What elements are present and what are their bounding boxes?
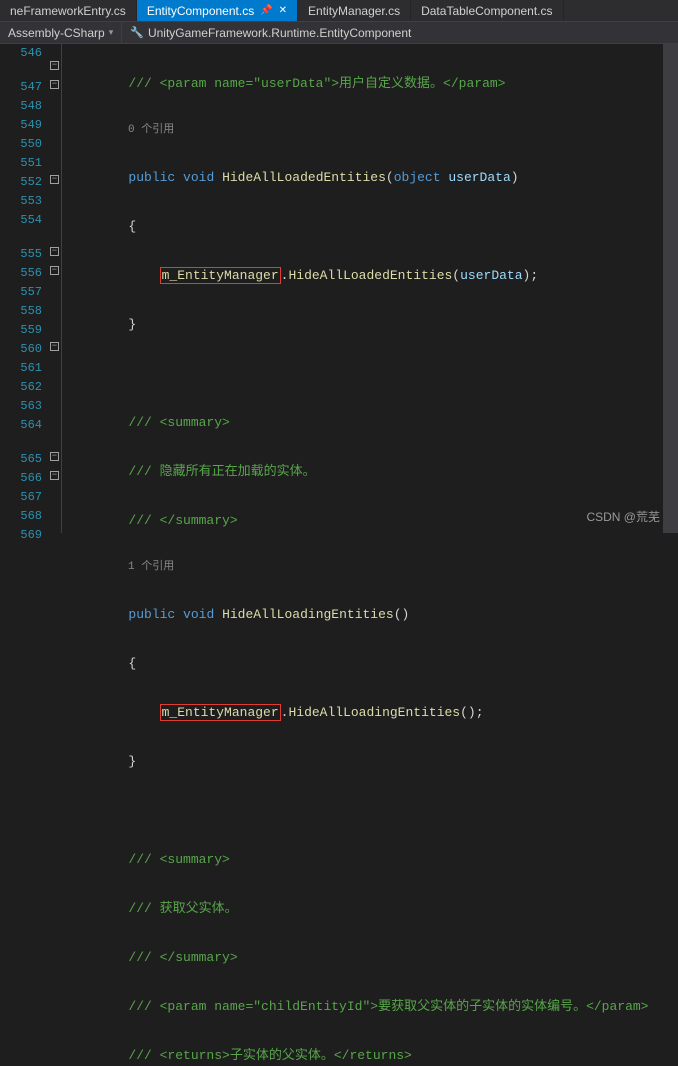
nav-type-label: UnityGameFramework.Runtime.EntityCompone… [148,26,411,40]
fold-toggle[interactable]: − [50,61,59,70]
fold-toggle[interactable]: − [50,80,59,89]
line-number: 562 [0,378,42,397]
line-number: 546 [0,44,42,63]
tab-entitycomponent[interactable]: EntityComponent.cs 📌 ✕ [137,0,298,21]
code-nav-bar: Assembly-CSharp ▾ 🔧 UnityGameFramework.R… [0,22,678,44]
line-number: 551 [0,154,42,173]
code-area[interactable]: /// <param name="userData">用户自定义数据。</par… [62,44,678,533]
watermark: CSDN @荒芜 [586,508,660,525]
line-number: 557 [0,283,42,302]
codelens-refs[interactable]: 1 个引用 [66,560,678,575]
fold-gutter: − − − − − − − − [48,44,62,533]
line-number: 563 [0,397,42,416]
line-number-gutter: 546 547 548 549 550 551 552 553 554 555 … [0,44,48,533]
nav-assembly[interactable]: Assembly-CSharp ▾ [0,22,121,43]
nav-assembly-label: Assembly-CSharp [8,26,105,40]
fold-toggle[interactable]: − [50,175,59,184]
line-number: 555 [0,245,42,264]
line-number: 554 [0,211,42,230]
line-number: 568 [0,507,42,526]
tab-datatablecomponent[interactable]: DataTableComponent.cs [411,0,563,21]
xml-doc: /// <param name="userData">用户自定义数据。</par… [128,76,505,91]
tab-frameworkentry[interactable]: neFrameworkEntry.cs [0,0,137,21]
line-number: 550 [0,135,42,154]
fold-toggle[interactable]: − [50,452,59,461]
line-number: 569 [0,526,42,545]
close-icon[interactable]: ✕ [279,5,287,16]
fold-toggle[interactable]: − [50,342,59,351]
line-number: 560 [0,340,42,359]
file-tabs: neFrameworkEntry.cs EntityComponent.cs 📌… [0,0,678,22]
fold-toggle[interactable]: − [50,266,59,275]
line-number: 556 [0,264,42,283]
highlight-field: m_EntityManager [160,267,281,284]
tab-label: neFrameworkEntry.cs [10,4,126,18]
line-number: 552 [0,173,42,192]
pin-icon[interactable]: 📌 [260,5,272,16]
line-number: 567 [0,488,42,507]
fold-toggle[interactable]: − [50,247,59,256]
code-editor[interactable]: 546 547 548 549 550 551 552 553 554 555 … [0,44,678,533]
tab-label: EntityComponent.cs [147,4,254,18]
line-number: 547 [0,78,42,97]
highlight-field: m_EntityManager [160,704,281,721]
tab-entitymanager[interactable]: EntityManager.cs [298,0,411,21]
line-number: 558 [0,302,42,321]
line-number: 566 [0,469,42,488]
line-number: 548 [0,97,42,116]
line-number: 559 [0,321,42,340]
class-icon: 🔧 [130,26,144,39]
line-number: 561 [0,359,42,378]
line-number: 564 [0,416,42,435]
vertical-scrollbar[interactable] [663,44,678,533]
line-number: 565 [0,450,42,469]
line-number: 553 [0,192,42,211]
codelens-refs[interactable]: 0 个引用 [66,123,678,138]
fold-toggle[interactable]: − [50,471,59,480]
tab-label: DataTableComponent.cs [421,4,552,18]
nav-type[interactable]: 🔧 UnityGameFramework.Runtime.EntityCompo… [122,22,419,43]
tab-label: EntityManager.cs [308,4,400,18]
chevron-down-icon: ▾ [109,27,114,38]
line-number: 549 [0,116,42,135]
